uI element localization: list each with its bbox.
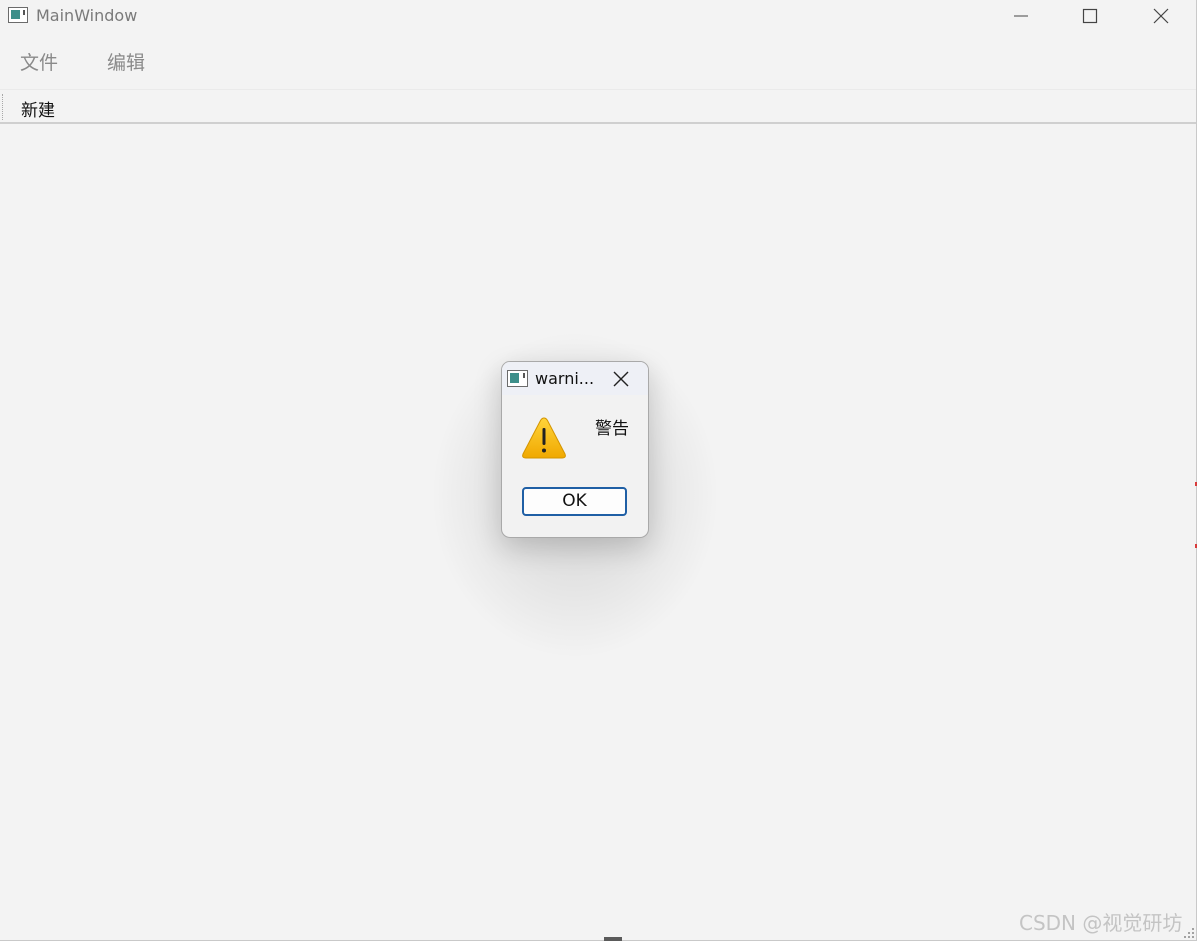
- resize-grip-icon[interactable]: [1183, 927, 1195, 939]
- close-icon: [613, 371, 629, 387]
- dialog-message: 警告: [595, 419, 629, 439]
- toolbar-handle[interactable]: [2, 94, 4, 120]
- app-icon: [8, 7, 28, 23]
- window-title: MainWindow: [36, 6, 138, 25]
- new-action-button[interactable]: 新建: [21, 96, 55, 121]
- toolbar: 新建: [0, 89, 1196, 124]
- warning-icon: [522, 417, 566, 459]
- minimize-button[interactable]: [998, 0, 1044, 32]
- menu-bar: 文件 编辑: [0, 40, 1196, 82]
- maximize-icon: [1082, 8, 1098, 24]
- minimize-icon: [1014, 15, 1028, 17]
- main-window: MainWindow 文件 编辑 新建 warni... 警告 OK CSDN …: [0, 0, 1197, 941]
- close-button[interactable]: [1138, 0, 1184, 32]
- bottom-edge-handle: [604, 937, 622, 941]
- dialog-app-icon: [507, 370, 528, 387]
- maximize-button[interactable]: [1067, 0, 1113, 32]
- ok-button[interactable]: OK: [522, 487, 627, 516]
- title-bar[interactable]: MainWindow: [0, 0, 1196, 32]
- warning-dialog: warni... 警告 OK: [501, 361, 649, 538]
- dialog-title: warni...: [535, 369, 595, 388]
- close-icon: [1153, 8, 1169, 24]
- dialog-title-bar[interactable]: warni...: [502, 362, 648, 395]
- menu-edit[interactable]: 编辑: [107, 48, 145, 75]
- menu-file[interactable]: 文件: [20, 48, 58, 75]
- dialog-close-button[interactable]: [610, 368, 632, 390]
- watermark: CSDN @视觉研坊: [1019, 911, 1183, 935]
